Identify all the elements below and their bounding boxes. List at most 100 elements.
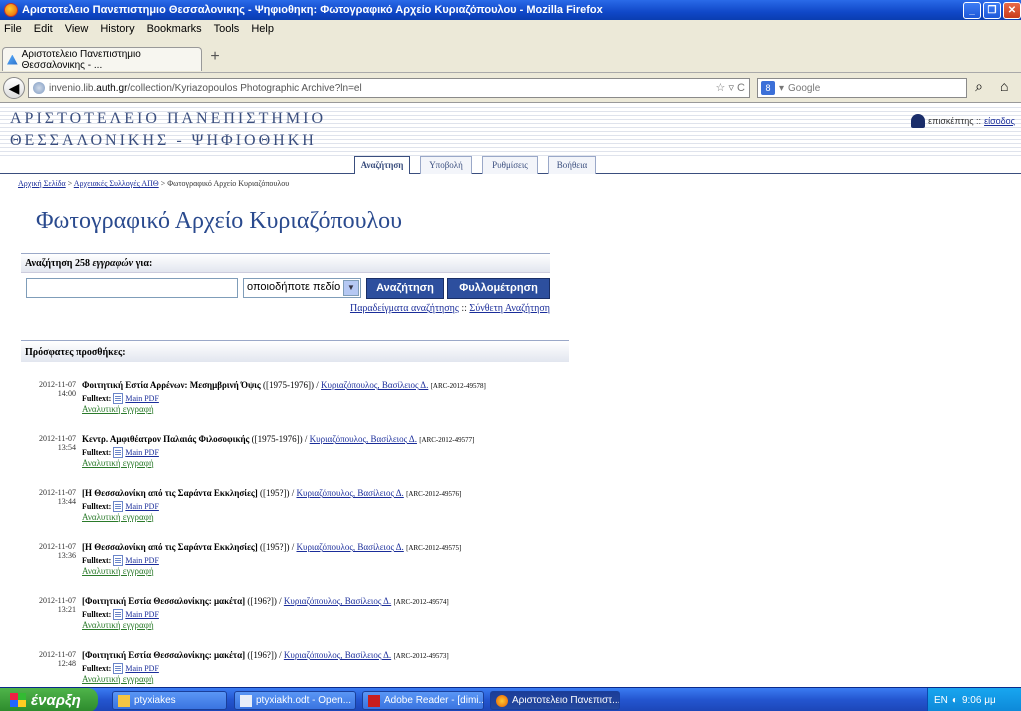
menu-edit[interactable]: Edit bbox=[34, 23, 53, 35]
search-header-count: Αναζήτηση 258 bbox=[25, 258, 90, 269]
pdf-file-icon[interactable] bbox=[113, 447, 124, 458]
login-link[interactable]: είσοδος bbox=[984, 116, 1015, 126]
tab-help[interactable]: Βοήθεια bbox=[548, 156, 596, 174]
record-author-link[interactable]: Κυριαζόπουλος, Βασίλειος Δ. bbox=[284, 650, 391, 660]
record-date-day: 2012-11-07 bbox=[38, 380, 76, 389]
site-logo-line2[interactable]: ΘΕΣΣΑΛΟΝΙΚΗΣ - ΨΗΦΙΟΘΗΚΗ bbox=[10, 132, 317, 150]
detailed-record-link[interactable]: Αναλυτική εγγραφή bbox=[82, 512, 461, 523]
task-ptyxiakes[interactable]: ptyxiakes bbox=[112, 691, 227, 710]
record-fulltext: Fulltext: Main PDF bbox=[82, 393, 486, 404]
window-title: Αριστοτελειο Πανεπιστημιο Θεσσαλονικης -… bbox=[22, 4, 603, 16]
chevron-down-icon[interactable]: ▼ bbox=[343, 280, 359, 296]
pdf-file-icon[interactable] bbox=[113, 663, 124, 674]
recent-additions-header: Πρόσφατες προσθήκες: bbox=[21, 340, 569, 362]
record-year: ([195?]) bbox=[259, 488, 290, 498]
search-icon[interactable]: ⌕ bbox=[968, 78, 990, 98]
site-tabs: Αναζήτηση Υποβολή Ρυθμίσεις Βοήθεια bbox=[0, 156, 1021, 174]
record-author-link[interactable]: Κυριαζόπουλος, Βασίλειος Δ. bbox=[321, 380, 428, 390]
menu-bookmarks[interactable]: Bookmarks bbox=[147, 23, 202, 35]
record-date: 2012-11-07 12:48 bbox=[30, 650, 76, 668]
minimize-icon[interactable]: _ bbox=[963, 2, 981, 19]
record-year: ([1975-1976]) bbox=[251, 434, 303, 444]
fulltext-label: Fulltext: bbox=[82, 394, 112, 403]
reload-icon[interactable]: C bbox=[737, 82, 745, 94]
start-button[interactable]: έναρξη bbox=[0, 688, 98, 711]
record-date: 2012-11-07 13:36 bbox=[30, 542, 76, 560]
user-area: επισκέπτης :: είσοδος bbox=[911, 114, 1015, 128]
tab-search[interactable]: Αναζήτηση bbox=[354, 156, 410, 174]
record-item: 2012-11-07 13:44 [Η Θεσσαλονίκη από τις Σα… bbox=[30, 488, 650, 542]
pdf-file-icon[interactable] bbox=[113, 609, 124, 620]
breadcrumb-sep: > bbox=[160, 179, 166, 188]
language-indicator[interactable]: EN bbox=[934, 695, 948, 706]
record-title: Κεντρ. Αμφιθέατρον Παλαιάς Φιλοσοφικής bbox=[82, 434, 250, 444]
record-author-link[interactable]: Κυριαζόπουλος, Βασίλειος Δ. bbox=[284, 596, 391, 606]
record-author-link[interactable]: Κυριαζόπουλος, Βασίλειος Δ. bbox=[296, 542, 403, 552]
breadcrumb-collections[interactable]: Αρχειακές Συλλογές ΑΠΘ bbox=[74, 179, 159, 188]
tab-settings[interactable]: Ρυθμίσεις bbox=[482, 156, 538, 174]
menu-file[interactable]: File bbox=[4, 23, 22, 35]
advanced-search-link[interactable]: Σύνθετη Αναζήτηση bbox=[469, 303, 550, 314]
window-titlebar[interactable]: Αριστοτελειο Πανεπιστημιο Θεσσαλονικης -… bbox=[0, 0, 1021, 20]
task-label: Adobe Reader - [dimi... bbox=[384, 695, 484, 706]
record-item: 2012-11-07 13:54 Κεντρ. Αμφιθέατρον Παλαιά… bbox=[30, 434, 650, 488]
detailed-record-link[interactable]: Αναλυτική εγγραφή bbox=[82, 404, 486, 415]
menu-tools[interactable]: Tools bbox=[214, 23, 240, 35]
google-icon[interactable]: 8 bbox=[761, 81, 775, 95]
main-pdf-link[interactable]: Main PDF bbox=[125, 555, 159, 566]
task-openoffice[interactable]: ptyxiakh.odt - Open... bbox=[234, 691, 356, 710]
detailed-record-link[interactable]: Αναλυτική εγγραφή bbox=[82, 566, 461, 577]
detailed-record-link[interactable]: Αναλυτική εγγραφή bbox=[82, 620, 449, 631]
record-author-link[interactable]: Κυριαζόπουλος, Βασίλειος Δ. bbox=[296, 488, 403, 498]
browse-button[interactable]: Φυλλομέτρηση bbox=[447, 278, 550, 299]
pdf-file-icon[interactable] bbox=[113, 501, 124, 512]
task-label: ptyxiakh.odt - Open... bbox=[256, 695, 352, 706]
site-logo-line1[interactable]: ΑΡΙΣΤΟΤΕΛΕΙΟ ΠΑΝΕΠΙΣΤΗΜΙΟ bbox=[10, 110, 326, 128]
breadcrumb-home[interactable]: Αρχική Σελίδα bbox=[18, 179, 66, 188]
network-icon[interactable]: ◐ bbox=[952, 695, 958, 706]
record-fulltext: Fulltext: Main PDF bbox=[82, 555, 461, 566]
task-firefox[interactable]: Αριστοτελειο Πανεπιστ... bbox=[490, 691, 620, 710]
new-tab-icon[interactable]: + bbox=[206, 49, 224, 67]
browser-tab[interactable]: Αριστοτελειο Πανεπιστημιο Θεσσαλονικης -… bbox=[2, 47, 202, 71]
star-icon[interactable]: ☆ bbox=[716, 82, 726, 94]
menu-view[interactable]: View bbox=[65, 23, 89, 35]
home-icon[interactable]: ⌂ bbox=[1000, 78, 1020, 98]
document-icon bbox=[240, 694, 252, 707]
fulltext-label: Fulltext: bbox=[82, 556, 112, 565]
pdf-file-icon[interactable] bbox=[113, 555, 124, 566]
task-label: ptyxiakes bbox=[134, 695, 176, 706]
firefox-icon bbox=[496, 694, 508, 707]
record-year: ([196?]) bbox=[247, 596, 277, 606]
main-pdf-link[interactable]: Main PDF bbox=[125, 501, 159, 512]
main-pdf-link[interactable]: Main PDF bbox=[125, 393, 159, 404]
web-search-bar[interactable]: 8 ▾ Google bbox=[757, 78, 967, 98]
search-input[interactable] bbox=[26, 278, 238, 298]
user-icon bbox=[911, 114, 926, 128]
main-pdf-link[interactable]: Main PDF bbox=[125, 609, 159, 620]
record-author-link[interactable]: Κυριαζόπουλος, Βασίλειος Δ. bbox=[310, 434, 417, 444]
url-prefix: invenio.lib. bbox=[49, 82, 97, 94]
record-date-day: 2012-11-07 bbox=[38, 434, 76, 443]
search-button[interactable]: Αναζήτηση bbox=[366, 278, 444, 299]
back-arrow-icon[interactable]: ◀ bbox=[3, 77, 25, 99]
tab-submit[interactable]: Υποβολή bbox=[420, 156, 472, 174]
url-bar[interactable]: invenio.lib. auth.gr/collection/Kyriazopo… bbox=[28, 78, 750, 98]
close-icon[interactable]: ✕ bbox=[1003, 2, 1021, 19]
menu-history[interactable]: History bbox=[100, 23, 134, 35]
maximize-icon[interactable]: ❐ bbox=[983, 2, 1001, 19]
navigation-bar: ◀ invenio.lib. auth.gr/collection/Kyriazo… bbox=[0, 73, 1021, 103]
search-examples-link[interactable]: Παραδείγματα αναζήτησης bbox=[350, 303, 459, 314]
task-adobe-reader[interactable]: Adobe Reader - [dimi... bbox=[362, 691, 484, 710]
menu-help[interactable]: Help bbox=[251, 23, 274, 35]
field-select[interactable]: οποιοδήποτε πεδίο ▼ bbox=[243, 278, 361, 298]
main-pdf-link[interactable]: Main PDF bbox=[125, 447, 159, 458]
fulltext-label: Fulltext: bbox=[82, 448, 112, 457]
site-favicon-icon bbox=[7, 54, 18, 65]
window-controls: _ ❐ ✕ bbox=[963, 2, 1021, 19]
record-date-time: 13:36 bbox=[57, 551, 76, 560]
detailed-record-link[interactable]: Αναλυτική εγγραφή bbox=[82, 674, 449, 685]
main-pdf-link[interactable]: Main PDF bbox=[125, 663, 159, 674]
pdf-file-icon[interactable] bbox=[113, 393, 124, 404]
detailed-record-link[interactable]: Αναλυτική εγγραφή bbox=[82, 458, 474, 469]
